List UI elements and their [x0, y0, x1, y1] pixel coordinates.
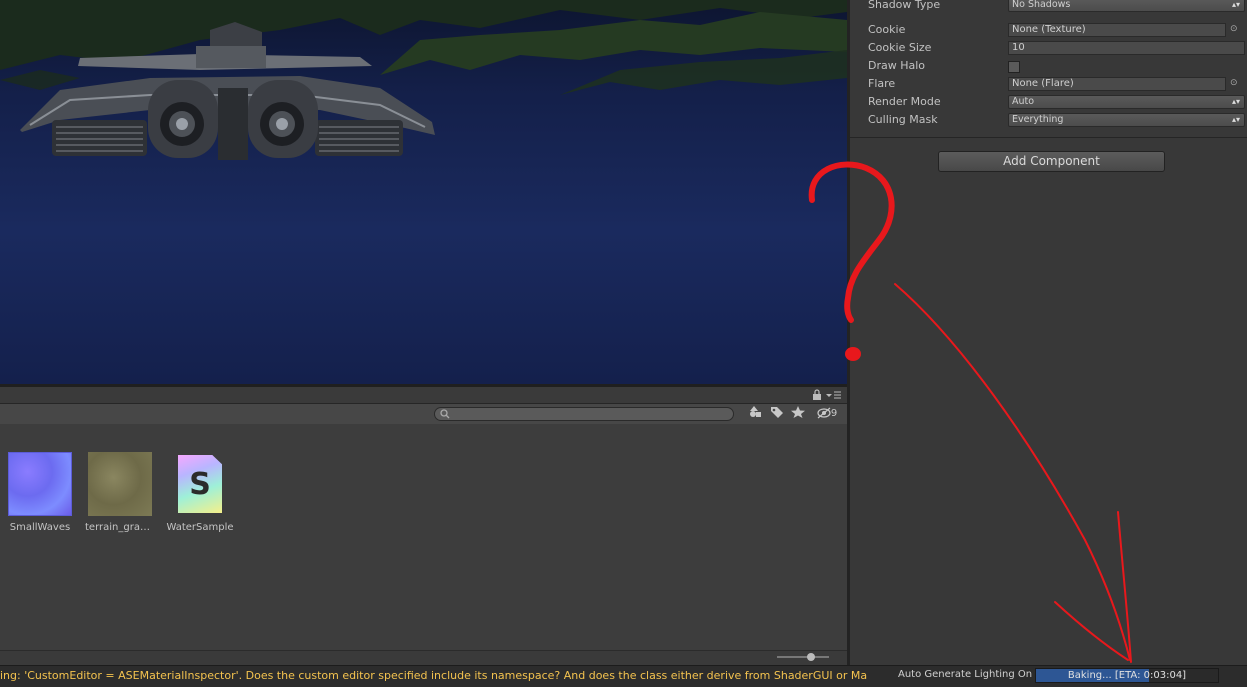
render-mode-label: Render Mode: [868, 95, 941, 108]
cookie-label: Cookie: [868, 23, 906, 36]
status-bar: ing: 'CustomEditor = ASEMaterialInspecto…: [0, 665, 1247, 687]
cookie-size-row: Cookie Size 10: [868, 40, 1245, 56]
draw-halo-checkbox[interactable]: [1008, 61, 1020, 73]
project-tab-header: [0, 387, 847, 403]
asset-label: SmallWaves: [9, 522, 71, 533]
inspector-panel: Shadow Type No Shadows ▴▾ Cookie None (Te…: [847, 0, 1247, 665]
project-toolbar: 9: [0, 403, 847, 425]
normal-map-texture-icon: [8, 452, 72, 516]
component-separator: [850, 137, 1247, 138]
shadow-type-value: No Shadows: [1012, 0, 1071, 10]
shadow-type-row: Shadow Type No Shadows ▴▾: [868, 0, 1245, 13]
draw-halo-row: Draw Halo: [868, 58, 1245, 74]
cookie-size-label: Cookie Size: [868, 41, 932, 54]
hidden-count: 9: [830, 408, 838, 419]
flare-row: Flare None (Flare) ⊙: [868, 76, 1245, 92]
cookie-size-field[interactable]: 10: [1008, 41, 1245, 55]
cookie-size-value: 10: [1012, 42, 1025, 53]
asset-item[interactable]: SmallWaves: [5, 452, 75, 533]
flare-value: None (Flare): [1012, 78, 1074, 89]
hidden-packages-icon[interactable]: 9: [812, 406, 842, 422]
culling-mask-row: Culling Mask Everything ▴▾: [868, 112, 1245, 128]
render-mode-row: Render Mode Auto ▴▾: [868, 94, 1245, 110]
search-input[interactable]: [434, 407, 734, 421]
dropdown-arrow-icon: ▴▾: [1231, 97, 1240, 106]
shader-file-icon: S: [178, 455, 222, 513]
flare-object-field[interactable]: None (Flare): [1008, 77, 1226, 91]
object-picker-icon[interactable]: ⊙: [1230, 78, 1240, 88]
add-component-button[interactable]: Add Component: [938, 151, 1165, 172]
slider-thumb[interactable]: [807, 653, 815, 661]
favorite-icon[interactable]: [788, 406, 808, 422]
culling-mask-value: Everything: [1012, 114, 1064, 125]
scene-render: [0, 0, 847, 160]
cookie-value: None (Texture): [1012, 24, 1086, 35]
shadow-type-dropdown[interactable]: No Shadows ▴▾: [1008, 0, 1245, 12]
bake-progress-text: Baking... [ETA: 0:03:04]: [1067, 670, 1187, 681]
object-picker-icon[interactable]: ⊙: [1230, 24, 1240, 34]
icon-size-slider[interactable]: [777, 653, 829, 661]
filter-by-label-icon[interactable]: [767, 406, 787, 422]
bake-progress-bar[interactable]: Baking... [ETA: 0:03:04]: [1035, 668, 1219, 683]
menu-icon[interactable]: [826, 389, 842, 400]
scene-view[interactable]: [0, 0, 847, 384]
dropdown-arrow-icon: ▴▾: [1231, 0, 1240, 9]
shader-glyph: S: [189, 467, 211, 502]
lock-icon[interactable]: [813, 389, 821, 400]
flare-label: Flare: [868, 77, 896, 90]
search-icon: [440, 409, 450, 422]
cookie-object-field[interactable]: None (Texture): [1008, 23, 1226, 37]
auto-generate-lighting-status: Auto Generate Lighting On: [898, 669, 1033, 680]
cookie-row: Cookie None (Texture) ⊙: [868, 22, 1245, 38]
grass-texture-icon: [88, 452, 152, 516]
render-mode-dropdown[interactable]: Auto ▴▾: [1008, 95, 1245, 109]
filter-by-type-icon[interactable]: [745, 406, 765, 422]
shadow-type-label: Shadow Type: [868, 0, 941, 11]
asset-item[interactable]: terrain_gras…: [85, 452, 155, 533]
asset-label: WaterSample: [166, 522, 234, 533]
culling-mask-dropdown[interactable]: Everything ▴▾: [1008, 113, 1245, 127]
dropdown-arrow-icon: ▴▾: [1231, 115, 1240, 124]
culling-mask-label: Culling Mask: [868, 113, 938, 126]
render-mode-value: Auto: [1012, 96, 1035, 107]
asset-label: terrain_gras…: [85, 522, 155, 533]
project-footer: [0, 650, 847, 666]
asset-item[interactable]: S WaterSample: [165, 452, 235, 533]
draw-halo-label: Draw Halo: [868, 59, 926, 72]
console-warning-message[interactable]: ing: 'CustomEditor = ASEMaterialInspecto…: [0, 669, 898, 682]
